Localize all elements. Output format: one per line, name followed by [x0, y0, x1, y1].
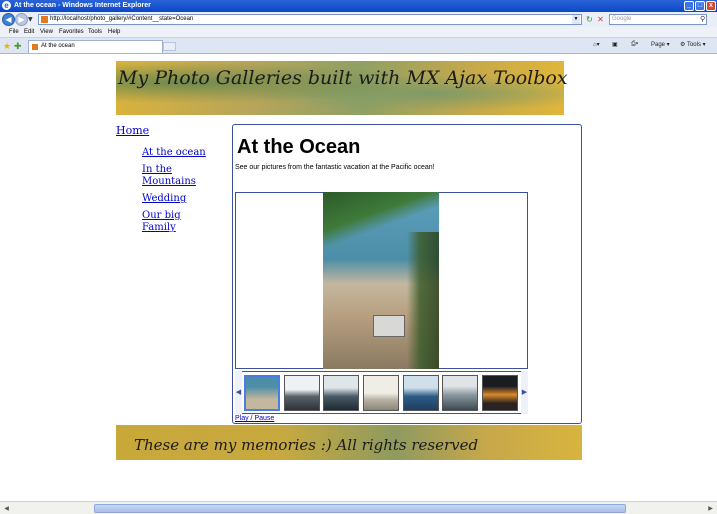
lifeguard-tower-shape — [373, 315, 405, 337]
print-icon[interactable]: ⎙▾ — [631, 41, 638, 48]
nav-in-the-mountains[interactable]: In the Mountains — [142, 164, 196, 188]
page-title: At the Ocean — [237, 136, 361, 158]
new-tab-button[interactable] — [163, 42, 176, 51]
close-button[interactable]: x — [706, 1, 716, 11]
page-menu[interactable]: Page ▾ — [651, 41, 670, 48]
play-pause-link[interactable]: Play / Pause — [235, 415, 274, 422]
palm-tree-shape — [407, 232, 439, 369]
menu-favorites[interactable]: Favorites — [59, 29, 84, 35]
forward-button[interactable]: ▶ — [15, 13, 28, 26]
scroll-right-icon[interactable]: ▶ — [706, 504, 715, 513]
address-toolbar: ◀ ▶ ▼ http://localhost/photo_gallery/#Co… — [0, 12, 717, 27]
nav-our-big-family[interactable]: Our big Family — [142, 210, 182, 234]
minimize-button[interactable]: _ — [684, 1, 694, 11]
scrollbar-thumb[interactable] — [94, 504, 626, 513]
scroll-left-icon[interactable]: ◀ — [2, 504, 11, 513]
footer-text: These are my memories :) All rights rese… — [134, 436, 479, 454]
window-title-bar: e At the ocean - Windows Internet Explor… — [0, 0, 717, 12]
page-viewport: My Photo Galleries built with MX Ajax To… — [0, 55, 717, 501]
thumbnail-1[interactable] — [244, 375, 280, 411]
menu-view[interactable]: View — [40, 29, 53, 35]
thumbnail-3[interactable] — [323, 375, 359, 411]
thumbnail-scroll-left-icon[interactable]: ◀ — [235, 371, 242, 414]
footer-banner: These are my memories :) All rights rese… — [116, 425, 582, 460]
maximize-button[interactable]: □ — [695, 1, 705, 11]
thumbnail-4[interactable] — [363, 375, 399, 411]
thumbnail-7[interactable] — [482, 375, 518, 411]
horizontal-scrollbar[interactable]: ◀ ▶ — [0, 501, 717, 514]
thumbnail-scroll-right-icon[interactable]: ▶ — [521, 371, 528, 414]
menu-help[interactable]: Help — [108, 29, 120, 35]
nav-at-the-ocean[interactable]: At the ocean — [142, 147, 222, 159]
tools-menu-label: Tools — [686, 42, 701, 48]
add-favorites-icon[interactable]: ✚ — [14, 41, 22, 52]
page-description: See our pictures from the fantastic vaca… — [235, 164, 435, 171]
tab-bar: ★ ✚ At the ocean ⌂▾ ▣ ⎙▾ Page ▾ ⚙ Tools … — [0, 38, 717, 54]
refresh-icon[interactable]: ↻ — [585, 15, 594, 24]
home-link[interactable]: Home — [116, 124, 149, 137]
back-button[interactable]: ◀ — [2, 13, 15, 26]
header-banner: My Photo Galleries built with MX Ajax To… — [116, 61, 568, 115]
search-icon[interactable]: ⚲ — [700, 15, 705, 23]
home-icon[interactable]: ⌂▾ — [593, 41, 600, 48]
tools-menu[interactable]: ⚙ Tools ▾ — [680, 41, 706, 48]
menu-file[interactable]: File — [9, 29, 19, 35]
tab-at-the-ocean[interactable]: At the ocean — [28, 40, 163, 53]
tab-label: At the ocean — [41, 43, 75, 49]
stop-icon[interactable]: ✕ — [596, 15, 605, 24]
gear-icon: ⚙ — [680, 42, 686, 48]
menu-bar: File Edit View Favorites Tools Help — [0, 27, 717, 38]
page-menu-label: Page — [651, 42, 666, 48]
gallery-nav: At the ocean In the Mountains Wedding Ou… — [142, 147, 222, 239]
page-icon — [41, 16, 48, 23]
address-url: http://localhost/photo_gallery/#Content_… — [50, 16, 194, 22]
feeds-icon[interactable]: ▣ — [612, 41, 618, 48]
search-input[interactable]: Google — [609, 14, 707, 25]
menu-tools[interactable]: Tools — [88, 29, 102, 35]
site-header-text: My Photo Galleries built with MX Ajax To… — [118, 67, 568, 89]
favorites-star-icon[interactable]: ★ — [3, 41, 11, 52]
history-dropdown-icon[interactable]: ▼ — [28, 16, 33, 23]
nav-wedding[interactable]: Wedding — [142, 193, 222, 205]
address-input[interactable]: http://localhost/photo_gallery/#Content_… — [38, 14, 582, 25]
address-dropdown-icon[interactable]: ▼ — [572, 15, 580, 24]
page-icon — [32, 44, 38, 50]
thumbnail-2[interactable] — [284, 375, 320, 411]
thumbnail-5[interactable] — [403, 375, 439, 411]
window-title: At the ocean - Windows Internet Explorer — [14, 2, 151, 9]
ie-logo-icon: e — [2, 1, 11, 10]
thumbnail-6[interactable] — [442, 375, 478, 411]
menu-edit[interactable]: Edit — [24, 29, 34, 35]
main-photo[interactable] — [323, 192, 439, 369]
